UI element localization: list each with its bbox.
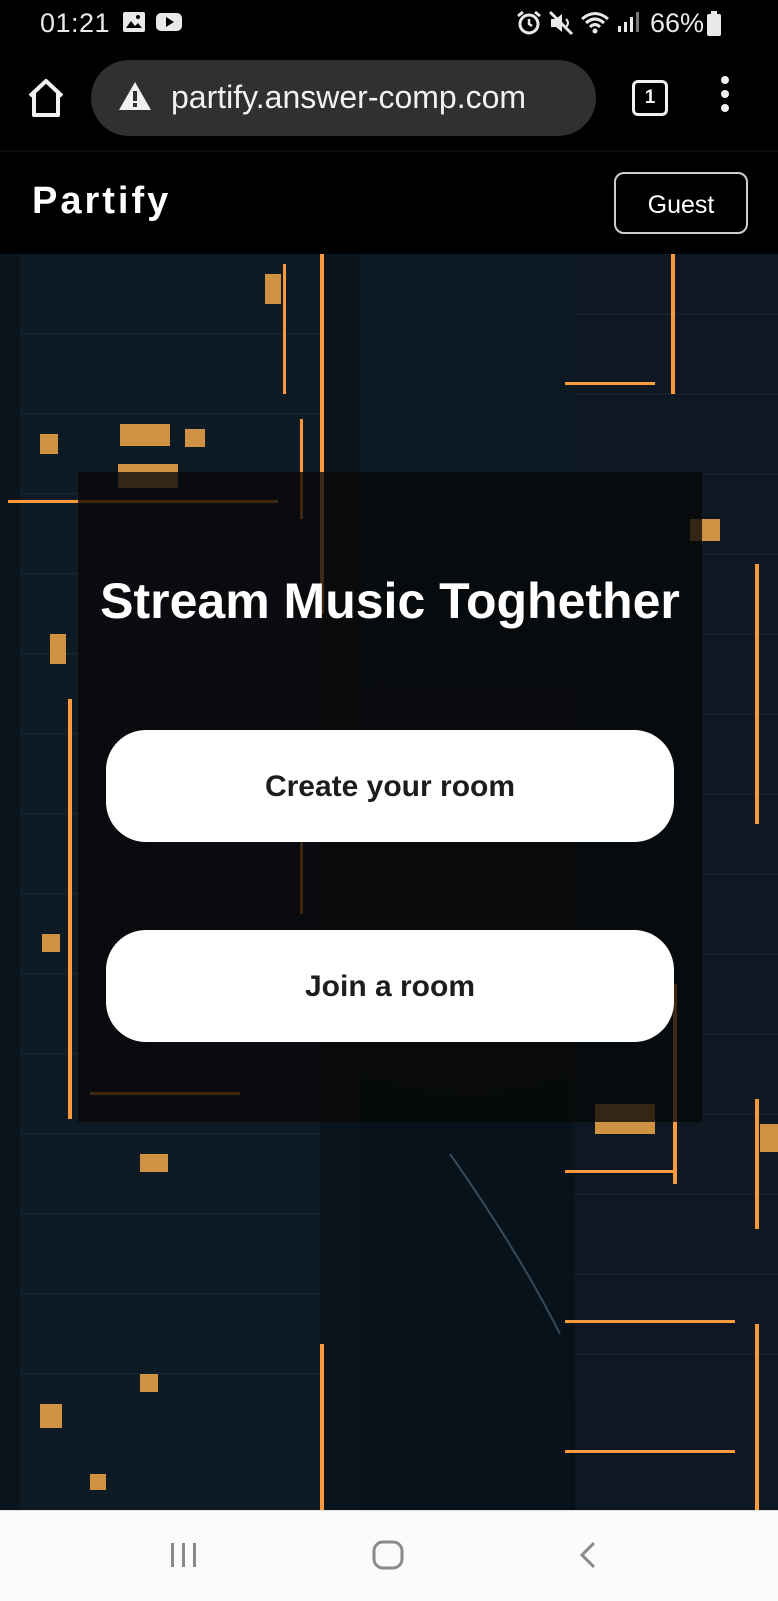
signal-icon: [618, 12, 639, 32]
address-bar[interactable]: partify.answer-comp.com: [91, 60, 596, 136]
wifi-icon: [581, 12, 609, 34]
tab-switcher-button[interactable]: 1: [632, 80, 668, 116]
more-vert-icon[interactable]: [710, 76, 740, 122]
battery-percent: 66%: [650, 8, 705, 38]
guest-button[interactable]: Guest: [614, 172, 748, 234]
home-icon[interactable]: [372, 1539, 404, 1571]
url-text[interactable]: partify.answer-comp.com: [171, 79, 526, 116]
gallery-icon: [123, 12, 145, 32]
hero-card: Stream Music Toghether Create your room …: [78, 472, 702, 1122]
alarm-icon: [517, 10, 541, 35]
warning-icon[interactable]: [117, 80, 153, 112]
youtube-icon: [156, 13, 182, 31]
create-room-button[interactable]: Create your room: [106, 730, 674, 842]
join-room-button[interactable]: Join a room: [106, 930, 674, 1042]
brand-logo[interactable]: Partify: [32, 180, 171, 223]
back-icon[interactable]: [574, 1539, 606, 1571]
hero-section: Stream Music Toghether Create your room …: [0, 254, 778, 1510]
clock: 01:21: [40, 8, 111, 38]
hero-headline: Stream Music Toghether: [100, 573, 680, 629]
recents-icon[interactable]: [168, 1539, 200, 1571]
browser-toolbar: partify.answer-comp.com 1: [0, 48, 778, 150]
app-header: Partify Guest: [0, 150, 778, 256]
status-bar: 01:21 66%: [0, 0, 778, 48]
system-nav-bar: [0, 1510, 778, 1601]
mute-icon: [548, 10, 574, 36]
home-icon[interactable]: [24, 76, 68, 120]
battery-icon: [707, 11, 721, 36]
